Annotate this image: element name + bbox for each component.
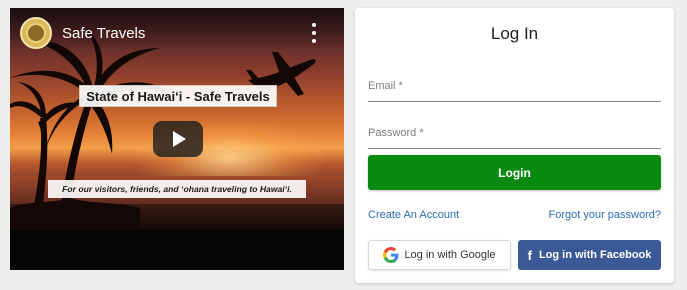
video-letterbox xyxy=(10,230,344,270)
forgot-password-link[interactable]: Forgot your password? xyxy=(549,209,662,221)
video-player[interactable]: Safe Travels State of Hawaiʻi - Safe Tra… xyxy=(10,8,344,270)
state-seal-icon[interactable] xyxy=(20,17,52,49)
more-vert-icon[interactable] xyxy=(308,23,320,43)
facebook-icon: f xyxy=(527,247,532,263)
video-title[interactable]: Safe Travels xyxy=(62,25,145,42)
google-login-button[interactable]: Log in with Google xyxy=(368,240,511,270)
login-card: Log In Email * Password * Login Create A… xyxy=(355,8,674,283)
login-title: Log In xyxy=(490,24,539,43)
email-field[interactable]: Email * xyxy=(368,72,661,102)
google-login-label: Log in with Google xyxy=(404,249,496,261)
video-thumbnail[interactable]: Safe Travels State of Hawaiʻi - Safe Tra… xyxy=(10,8,344,230)
facebook-login-button[interactable]: f Log in with Facebook xyxy=(518,240,661,270)
password-placeholder: Password * xyxy=(368,127,424,139)
password-field[interactable]: Password * xyxy=(368,119,661,149)
email-placeholder: Email * xyxy=(368,80,403,92)
play-icon[interactable] xyxy=(153,121,203,157)
video-caption-text: For our visitors, friends, and ʻohana tr… xyxy=(48,180,306,198)
create-account-link[interactable]: Create An Account xyxy=(368,209,459,221)
google-icon xyxy=(383,247,399,263)
login-button[interactable]: Login xyxy=(368,155,661,190)
page: Safe Travels State of Hawaiʻi - Safe Tra… xyxy=(0,0,687,290)
facebook-login-label: Log in with Facebook xyxy=(538,249,652,261)
video-banner-text: State of Hawaiʻi - Safe Travels xyxy=(79,85,277,107)
